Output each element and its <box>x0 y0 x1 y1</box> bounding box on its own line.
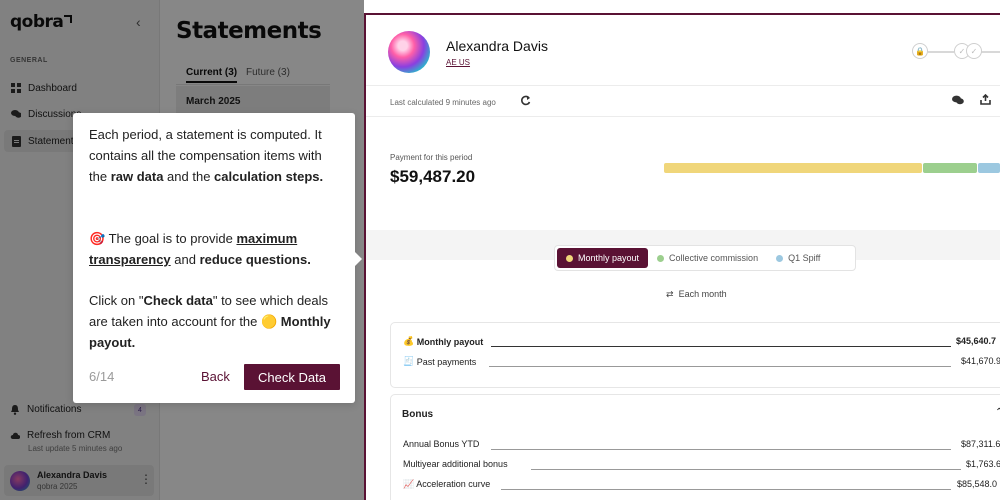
workflow-steps: 🔒 ✓ ✓ <box>912 41 1000 61</box>
row-leader <box>491 346 951 347</box>
pill-label: Collective commission <box>669 253 759 263</box>
lock-icon[interactable]: 🔒 <box>912 43 928 59</box>
employee-role-link[interactable]: AE US <box>446 58 470 67</box>
yellow-circle-icon: 🟡 <box>261 313 278 329</box>
tour-step-counter: 6/14 <box>89 369 115 384</box>
tooltip-paragraph-2: 🎯 The goal is to provide maximum transpa… <box>89 231 311 267</box>
row-label: 📈 Acceleration curve <box>403 479 491 489</box>
pill-q1-spiff[interactable]: Q1 Spiff <box>767 248 829 268</box>
payment-amount: $59,487.20 <box>390 167 476 186</box>
toolbar-divider <box>366 116 1000 117</box>
bonus-card: Bonus ⌃ Annual Bonus YTD $87,311.6 Multi… <box>390 394 1000 500</box>
row-value: $41,670.9 <box>961 356 1000 366</box>
statement-panel: Alexandra Davis AE US 🔒 ✓ ✓ Last calcula… <box>364 13 1000 500</box>
tooltip-paragraph-1: Each period, a statement is computed. It… <box>89 127 324 184</box>
statement-main: Alexandra Davis AE US 🔒 ✓ ✓ Last calcula… <box>346 0 1000 500</box>
row-value: $1,763.6 <box>966 459 1000 469</box>
row-value: $87,311.6 <box>961 439 1000 449</box>
chevron-up-icon[interactable]: ⌃ <box>995 407 1000 418</box>
export-icon[interactable] <box>980 93 991 108</box>
summary-row-past-payments[interactable]: 🧾 Past payments <box>403 356 476 367</box>
pill-collective-commission[interactable]: Collective commission <box>648 248 767 268</box>
comments-icon[interactable] <box>952 95 964 108</box>
bonus-title: Bonus <box>402 409 434 420</box>
row-value: $45,640.7 <box>956 336 997 346</box>
avatar <box>388 31 430 73</box>
row-label: Past payments <box>416 356 477 367</box>
bonus-row[interactable]: Annual Bonus YTD <box>403 439 479 449</box>
tour-back-button[interactable]: Back <box>201 369 230 384</box>
pill-monthly-payout[interactable]: Monthly payout <box>557 248 649 268</box>
receipt-icon: 🧾 <box>403 356 415 366</box>
product-tour-tooltip: Each period, a statement is computed. It… <box>73 113 355 403</box>
yellow-dot-icon <box>566 254 573 262</box>
row-leader <box>489 366 951 367</box>
row-label: Multiyear additional bonus <box>403 459 508 469</box>
row-value: $85,548.0 <box>957 479 998 489</box>
check-data-button[interactable]: Check Data <box>244 364 340 390</box>
component-filter: Monthly payout Collective commission Q1 … <box>554 245 856 271</box>
target-icon: 🎯 <box>89 231 106 246</box>
tooltip-arrow <box>355 252 362 266</box>
step-connector <box>928 51 954 53</box>
payment-breakdown-bar <box>664 163 1000 173</box>
employee-name: Alexandra Davis <box>446 38 548 54</box>
money-bag-icon: 💰 <box>403 336 415 346</box>
payment-bar-segment-1 <box>923 163 977 173</box>
row-leader <box>491 449 951 450</box>
pill-label: Q1 Spiff <box>788 253 821 263</box>
payment-bar-segment-0 <box>664 163 922 173</box>
blue-dot-icon <box>776 254 784 262</box>
payment-label: Payment for this period <box>390 153 473 162</box>
row-leader <box>531 469 961 470</box>
check-icon[interactable]: ✓ <box>966 43 982 59</box>
row-label: Annual Bonus YTD <box>403 439 480 449</box>
summary-card: 💰 Monthly payout $45,640.7 🧾 Past paymen… <box>390 322 1000 388</box>
tooltip-paragraph-3: Click on "Check data" to see which deals… <box>89 293 331 350</box>
bonus-row[interactable]: Multiyear additional bonus <box>403 459 508 469</box>
header-divider <box>366 85 1000 86</box>
green-dot-icon <box>657 254 665 262</box>
row-leader <box>501 489 951 490</box>
bonus-row[interactable]: 📈 Acceleration curve <box>403 479 490 490</box>
period-toggle[interactable]: ⇄ Each month <box>666 289 727 300</box>
swap-icon: ⇄ <box>666 289 674 299</box>
refresh-icon[interactable] <box>520 95 531 109</box>
payment-bar-segment-2 <box>978 163 1000 173</box>
summary-row-monthly-payout[interactable]: 💰 Monthly payout <box>403 336 483 347</box>
period-toggle-label: Each month <box>678 289 727 299</box>
pill-label: Monthly payout <box>578 253 640 263</box>
row-label: Monthly payout <box>416 336 484 347</box>
last-calculated: Last calculated 9 minutes ago <box>390 98 496 107</box>
